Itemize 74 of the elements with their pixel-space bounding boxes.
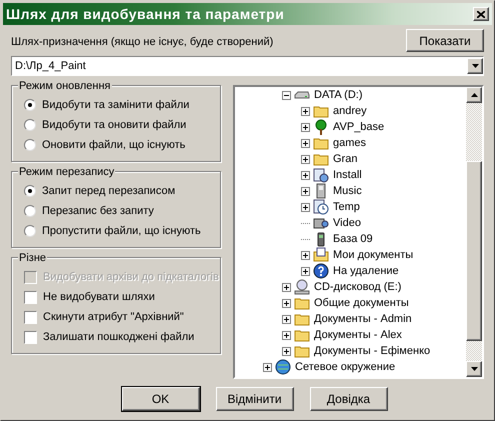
installer-icon xyxy=(313,167,329,183)
tree-item[interactable]: CD-дисковод (E:) xyxy=(313,279,402,295)
expand-icon[interactable] xyxy=(263,362,272,372)
destination-combo[interactable]: D:\Лр_4_Paint xyxy=(11,56,484,76)
show-button[interactable]: Показати xyxy=(406,29,484,52)
radio-button[interactable] xyxy=(24,205,36,217)
dialog-button[interactable]: OK xyxy=(122,387,200,411)
option-label: Скинути атрибут "Архівний" xyxy=(43,310,184,325)
tree-item[interactable]: Gran xyxy=(332,151,358,167)
expand-icon[interactable] xyxy=(301,138,310,148)
expand-icon[interactable] xyxy=(301,170,310,180)
tree-icon xyxy=(313,119,329,135)
dialog-button[interactable]: Відмінити xyxy=(216,387,294,411)
tree-item[interactable]: Сетевое окружение xyxy=(294,359,396,375)
tree-item[interactable]: DATA (D:) xyxy=(313,87,364,103)
scrollbar[interactable] xyxy=(466,87,482,377)
scrollbar-thumb[interactable] xyxy=(466,161,482,341)
close-icon xyxy=(477,10,485,18)
tree-item[interactable]: AVP_base xyxy=(332,119,386,135)
expand-icon[interactable] xyxy=(282,282,291,292)
expand-icon[interactable] xyxy=(301,202,310,212)
tree-item[interactable]: Video xyxy=(332,215,362,231)
scroll-up-icon[interactable] xyxy=(470,93,478,97)
tree-item[interactable]: games xyxy=(332,135,368,151)
help-icon xyxy=(313,263,329,279)
tree-item[interactable]: Общие документы xyxy=(313,295,410,311)
option-label: Видобути та оновити файли xyxy=(42,118,186,133)
radio-button[interactable] xyxy=(24,119,36,131)
expand-icon[interactable] xyxy=(301,106,310,116)
option-label: Залишати пошкоджені файли xyxy=(43,330,194,345)
tree-item[interactable]: Мои документы xyxy=(332,247,414,263)
dialog-button[interactable]: Довідка xyxy=(310,387,388,411)
radio-button[interactable] xyxy=(24,185,36,197)
radio-button[interactable] xyxy=(24,225,36,237)
expand-icon[interactable] xyxy=(282,346,291,356)
tree-item[interactable]: andrey xyxy=(332,103,368,119)
documents-folder-icon xyxy=(313,247,329,263)
checkbox[interactable] xyxy=(24,310,37,324)
radio-button[interactable] xyxy=(24,99,36,111)
radio-button[interactable] xyxy=(24,139,36,151)
expand-icon[interactable] xyxy=(301,122,310,132)
scroll-down-icon[interactable] xyxy=(470,367,478,371)
tree-item[interactable]: Install xyxy=(332,167,363,183)
network-globe-icon xyxy=(275,359,291,375)
option-label: Оновити файли, що існують xyxy=(42,138,186,153)
expand-icon[interactable] xyxy=(282,314,291,324)
clock-document-icon xyxy=(313,199,329,215)
tree-item[interactable]: Документы - Alex xyxy=(313,327,403,343)
option-label: Не видобувати шляхи xyxy=(43,290,155,305)
tree-item[interactable]: База 09 xyxy=(332,231,374,247)
checkbox[interactable] xyxy=(24,290,37,304)
close-button[interactable] xyxy=(473,7,489,21)
tree-item[interactable]: На удаление xyxy=(332,263,400,279)
dropdown-arrow-icon xyxy=(472,64,478,68)
expand-icon[interactable] xyxy=(301,266,310,276)
checkbox[interactable] xyxy=(24,330,37,344)
expand-icon[interactable] xyxy=(301,186,310,196)
tree-item[interactable]: Документы - Ефіменко xyxy=(313,343,432,359)
cd-drive-icon xyxy=(294,279,310,295)
tree-item[interactable]: Music xyxy=(332,183,363,199)
option-label: Пропустити файли, що існують xyxy=(42,224,201,239)
option-label: Перезапис без запиту xyxy=(42,204,154,219)
collapse-icon[interactable] xyxy=(282,90,291,100)
expand-icon[interactable] xyxy=(301,250,310,260)
tree-item[interactable]: Temp xyxy=(332,199,361,215)
option-label: Запит перед перезаписом xyxy=(42,184,176,199)
expand-icon[interactable] xyxy=(282,330,291,340)
group-title: Режим перезапису xyxy=(18,164,116,180)
window-title: Шлях для видобування та параметри xyxy=(6,4,284,24)
expand-icon[interactable] xyxy=(301,154,310,164)
option-label: Видобути та замінити файли xyxy=(42,98,190,113)
expand-icon[interactable] xyxy=(282,298,291,308)
tree-item[interactable]: Документы - Admin xyxy=(313,311,413,327)
destination-label: Шлях-призначення (якщо не існує, буде створений) xyxy=(11,34,274,50)
